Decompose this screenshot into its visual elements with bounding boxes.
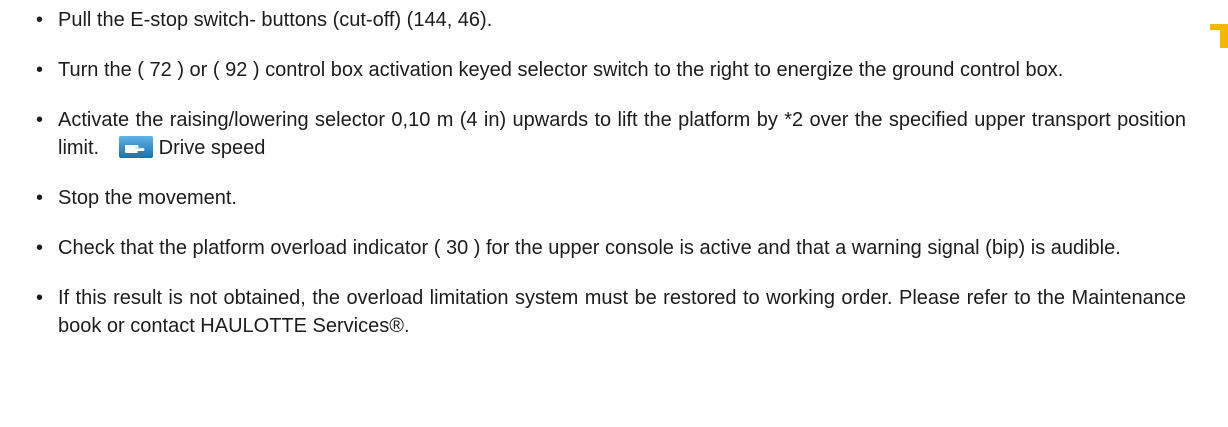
bullet: •	[36, 59, 44, 81]
list-item: • Pull the E-stop switch- buttons (cut-o…	[36, 6, 1186, 34]
list-item: • Stop the movement.	[36, 184, 1186, 212]
item-text: Check that the platform overload indicat…	[58, 237, 1121, 259]
list-item: • Activate the raising/lowering selector…	[36, 106, 1186, 162]
bullet: •	[36, 187, 44, 209]
instruction-list: • Pull the E-stop switch- buttons (cut-o…	[36, 6, 1186, 340]
list-item: • Turn the ( 72 ) or ( 92 ) control box …	[36, 56, 1186, 84]
bullet: •	[36, 287, 44, 309]
drive-speed-link[interactable]: Drive speed	[159, 137, 266, 159]
bullet: •	[36, 9, 44, 31]
corner-arrow-icon	[1210, 24, 1228, 48]
item-text: Pull the E-stop switch- buttons (cut-off…	[58, 9, 493, 31]
item-text: If this result is not obtained, the over…	[58, 287, 1186, 337]
bullet: •	[36, 109, 44, 131]
item-text: Turn the ( 72 ) or ( 92 ) control box ac…	[58, 59, 1064, 81]
list-item: • Check that the platform overload indic…	[36, 234, 1186, 262]
pointing-hand-icon[interactable]	[118, 136, 153, 158]
item-text: Stop the movement.	[58, 187, 237, 209]
bullet: •	[36, 237, 44, 259]
list-item: • If this result is not obtained, the ov…	[36, 284, 1186, 340]
